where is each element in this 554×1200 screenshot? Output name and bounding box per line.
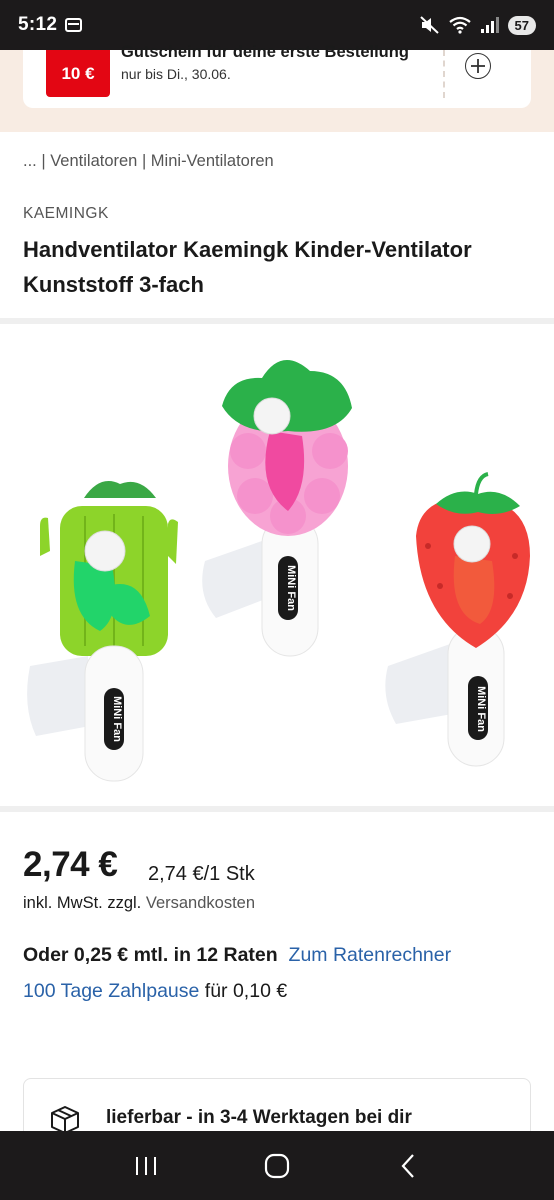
installment-calculator-link[interactable]: Zum Ratenrechner — [289, 944, 452, 966]
navigation-bar — [0, 1131, 554, 1200]
battery-icon: 57 — [507, 15, 536, 35]
plus-icon — [471, 59, 485, 73]
status-icons: 57 — [419, 15, 536, 35]
breadcrumb[interactable]: ... | Ventilatoren | Mini-Ventilatoren — [23, 152, 274, 171]
signal-icon — [480, 17, 499, 33]
product-photo: MiNi Fan MiNi Fan MiNi Fan — [27, 360, 530, 782]
unit-price: 2,74 €/1 Stk — [148, 863, 255, 885]
recent-apps-button[interactable] — [126, 1146, 166, 1186]
mute-icon — [419, 16, 439, 34]
svg-text:MiNi Fan: MiNi Fan — [475, 686, 487, 732]
product-title: Handventilator Kaemingk Kinder-Ventilato… — [23, 237, 472, 297]
grape-fan-illustration: MiNi Fan — [202, 360, 352, 657]
tax-note: inkl. MwSt. zzgl. Versandkosten — [23, 894, 255, 913]
status-time: 5:12 — [18, 14, 58, 35]
add-voucher-button[interactable] — [465, 53, 491, 79]
delivery-status: lieferbar - in 3-4 Werktagen bei dir — [106, 1107, 412, 1128]
voucher-badge: 10 € — [46, 50, 110, 97]
home-icon — [264, 1153, 290, 1178]
product-brand[interactable]: KAEMINGK — [23, 205, 109, 223]
cactus-fan-illustration: MiNi Fan — [27, 481, 178, 782]
product-price: 2,74 € — [23, 845, 118, 884]
voucher-divider — [443, 50, 445, 98]
recent-apps-icon — [135, 1156, 156, 1175]
section-divider — [0, 806, 554, 812]
payment-pause-link[interactable]: 100 Tage Zahlpause — [23, 980, 199, 1002]
home-button[interactable] — [257, 1146, 297, 1186]
payment-pause-info: 100 Tage Zahlpause für 0,10 € — [23, 980, 287, 1003]
svg-text:MiNi Fan: MiNi Fan — [285, 565, 297, 611]
shipping-costs-link[interactable]: Versandkosten — [146, 894, 255, 912]
fan-label: MiNi Fan — [111, 696, 123, 742]
back-icon — [401, 1153, 415, 1178]
installment-info: Oder 0,25 € mtl. in 12 Raten Zum Ratenre… — [23, 944, 451, 967]
voucher-banner[interactable]: 10 € Gutschein für deine erste Bestellun… — [0, 43, 554, 132]
section-divider — [0, 318, 554, 324]
strawberry-fan-illustration: MiNi Fan — [385, 472, 530, 767]
back-button[interactable] — [388, 1146, 428, 1186]
tax-text: inkl. MwSt. zzgl. — [23, 894, 146, 912]
installment-text: Oder 0,25 € mtl. in 12 Raten — [23, 944, 278, 966]
voucher-title: Gutschein für deine erste Bestellung — [121, 43, 409, 61]
payment-pause-fee: für 0,10 € — [199, 980, 288, 1002]
wifi-icon — [448, 16, 471, 34]
voucher-card[interactable]: 10 € Gutschein für deine erste Bestellun… — [23, 43, 531, 108]
voucher-subtitle: nur bis Di., 30.06. — [121, 66, 231, 82]
product-image[interactable]: MiNi Fan MiNi Fan MiNi Fan — [0, 326, 554, 806]
app-notification-icon — [65, 18, 83, 32]
